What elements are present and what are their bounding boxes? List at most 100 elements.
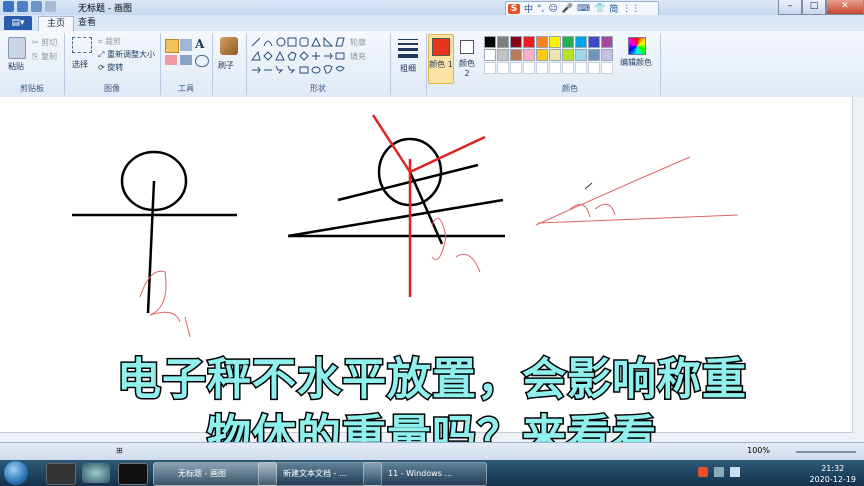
color1-swatch — [432, 38, 450, 56]
ime-emoji-icon[interactable]: ☺ — [548, 4, 557, 14]
palette-swatch-empty[interactable] — [497, 62, 509, 74]
minimize-button[interactable]: – — [778, 0, 802, 15]
ime-voice-icon[interactable]: 🎤 — [562, 4, 573, 14]
paint-app-icon[interactable] — [3, 1, 14, 12]
color1-button[interactable]: 颜色 1 — [428, 34, 454, 84]
palette-swatch[interactable] — [575, 49, 587, 61]
palette-swatch[interactable] — [601, 49, 613, 61]
palette-swatch[interactable] — [497, 49, 509, 61]
tab-home[interactable]: 主页 — [38, 16, 75, 31]
fill-icon[interactable] — [180, 39, 192, 51]
ime-simplified[interactable]: 简 — [609, 2, 618, 15]
palette-swatch[interactable] — [601, 36, 613, 48]
volume-icon[interactable] — [730, 467, 740, 477]
crop-button[interactable]: ⌗ 裁剪 — [98, 36, 121, 47]
maximize-button[interactable]: □ — [802, 0, 826, 15]
select-button[interactable]: 选择 — [72, 59, 88, 70]
edit-colors-icon[interactable] — [628, 37, 646, 55]
palette-swatch-empty[interactable] — [510, 62, 522, 74]
terminal-icon[interactable] — [118, 463, 148, 485]
size-button[interactable]: 粗细 — [398, 63, 418, 74]
close-button[interactable]: ✕ — [826, 0, 864, 15]
magnifier-icon[interactable] — [195, 55, 209, 67]
palette-swatch[interactable] — [536, 36, 548, 48]
taskbar: 无标题 - 画图 新建文本文档 - ... 11 - Windows ... 2… — [0, 460, 864, 486]
palette-swatch[interactable] — [575, 36, 587, 48]
palette-swatch-empty[interactable] — [523, 62, 535, 74]
paste-button[interactable]: 粘贴 — [8, 61, 24, 72]
outline-button[interactable]: 轮廓 — [350, 37, 366, 48]
start-button[interactable] — [4, 461, 28, 485]
text-icon[interactable]: A — [195, 37, 204, 51]
save-icon[interactable] — [17, 1, 28, 12]
quick-access-toolbar — [3, 1, 56, 12]
pencil-icon[interactable] — [165, 39, 179, 53]
undo-icon[interactable] — [31, 1, 42, 12]
ribbon: 粘贴 ✂ 剪切 ⎘ 复制 剪贴板 选择 ⌗ 裁剪 ⤢ 重新调整大小 ⟳ 旋转 图… — [0, 31, 864, 98]
brushes-group: 刷子 — [212, 33, 247, 95]
eraser-icon[interactable] — [165, 55, 177, 65]
resize-button[interactable]: ⤢ 重新调整大小 — [98, 49, 155, 60]
colors-group: 编辑颜色 颜色 — [480, 33, 661, 95]
palette-swatch-empty[interactable] — [601, 62, 613, 74]
network-icon[interactable] — [714, 467, 724, 477]
cursor-position-icon: ⊞ — [116, 446, 123, 455]
palette-swatch[interactable] — [536, 49, 548, 61]
tab-view[interactable]: 查看 — [70, 16, 104, 30]
palette-swatch[interactable] — [588, 49, 600, 61]
zoom-slider[interactable] — [796, 451, 856, 453]
palette-swatch[interactable] — [497, 36, 509, 48]
title-bar: 无标题 - 画图 S 中 °, ☺ 🎤 ⌨ 👕 简 ⋮⋮ – □ ✕ — [0, 0, 864, 16]
palette-swatch[interactable] — [484, 49, 496, 61]
palette-swatch-empty[interactable] — [549, 62, 561, 74]
settings-gear-icon[interactable] — [82, 463, 110, 483]
brush-icon[interactable] — [220, 37, 238, 55]
sogou-tray-icon[interactable] — [698, 467, 708, 477]
redo-icon[interactable] — [45, 1, 56, 12]
size-group: 粗细 — [390, 33, 427, 95]
clock-date: 2020-12-19 — [809, 475, 857, 484]
color-picker-icon[interactable] — [180, 55, 192, 65]
color2-label: 颜色 2 — [459, 59, 475, 78]
rotate-button[interactable]: ⟳ 旋转 — [98, 62, 123, 73]
file-menu-button[interactable]: ▤▾ — [4, 16, 32, 30]
palette-swatch[interactable] — [549, 49, 561, 61]
palette-swatch-empty[interactable] — [575, 62, 587, 74]
palette-swatch-empty[interactable] — [562, 62, 574, 74]
ime-skin-icon[interactable]: 👕 — [594, 4, 605, 14]
ime-punct[interactable]: °, — [537, 4, 544, 14]
nox-app-icon[interactable] — [46, 463, 76, 485]
color2-button[interactable]: 颜色 2 — [456, 34, 478, 82]
angle-sketch-right — [535, 156, 739, 226]
palette-swatch[interactable] — [549, 36, 561, 48]
palette-swatch[interactable] — [523, 49, 535, 61]
palette-swatch[interactable] — [510, 49, 522, 61]
tilted-scale-drawing — [287, 114, 505, 297]
palette-swatch[interactable] — [588, 36, 600, 48]
image-group: 选择 ⌗ 裁剪 ⤢ 重新调整大小 ⟳ 旋转 图像 — [64, 33, 161, 95]
palette-swatch-empty[interactable] — [484, 62, 496, 74]
copy-button[interactable]: ⎘ 复制 — [32, 51, 57, 62]
clock[interactable]: 21:32 2020-12-19 — [810, 463, 857, 485]
ime-keyboard-icon[interactable]: ⌨ — [577, 4, 590, 14]
ime-more-icon[interactable]: ⋮⋮ — [622, 4, 640, 14]
palette-swatch-empty[interactable] — [536, 62, 548, 74]
palette-swatch[interactable] — [484, 36, 496, 48]
brushes-button[interactable]: 刷子 — [218, 60, 234, 71]
palette-swatch[interactable] — [523, 36, 535, 48]
shapes-gallery[interactable] — [250, 36, 346, 76]
paste-icon[interactable] — [8, 37, 26, 59]
edit-colors-button[interactable]: 编辑颜色 — [620, 57, 652, 68]
taskbar-item-windows[interactable]: 11 - Windows ... — [363, 462, 487, 486]
fill-button[interactable]: 填充 — [350, 51, 366, 62]
sogou-logo-icon[interactable]: S — [508, 3, 520, 14]
palette-swatch-empty[interactable] — [588, 62, 600, 74]
palette-swatch[interactable] — [562, 36, 574, 48]
palette-swatch[interactable] — [510, 36, 522, 48]
palette-swatch[interactable] — [562, 49, 574, 61]
select-icon[interactable] — [72, 37, 92, 53]
line-size-icon[interactable] — [398, 39, 418, 58]
ime-mode[interactable]: 中 — [524, 2, 533, 15]
zoom-level: 100% — [747, 446, 770, 455]
cut-button[interactable]: ✂ 剪切 — [32, 37, 57, 48]
